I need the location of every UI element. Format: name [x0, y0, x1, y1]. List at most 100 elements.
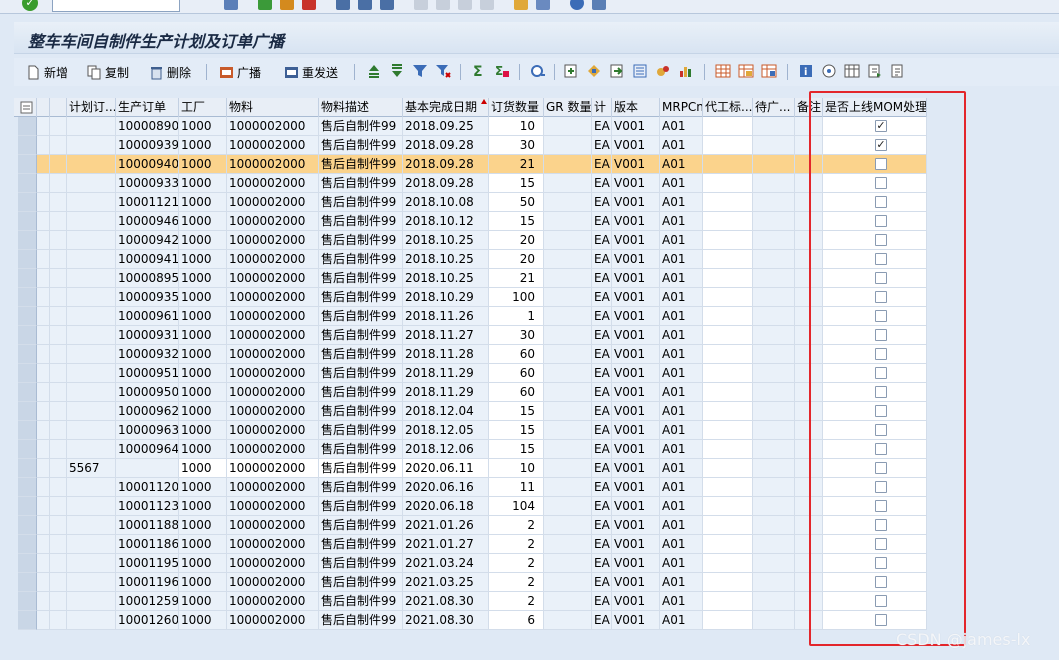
cell-mom[interactable]	[823, 421, 927, 440]
mom-checkbox[interactable]	[875, 500, 887, 512]
next-page-icon[interactable]	[458, 0, 472, 10]
row-selector[interactable]	[18, 250, 37, 269]
spreadsheet-icon[interactable]	[586, 63, 602, 79]
header-plant[interactable]: 工厂	[179, 98, 227, 117]
cell-mom[interactable]	[823, 326, 927, 345]
table-row[interactable]: 10000962 1000 1000002000 售后自制件99 2018.12.04 1…	[14, 402, 927, 421]
cell-mom[interactable]	[823, 402, 927, 421]
mom-checkbox[interactable]	[875, 538, 887, 550]
document-arrow-icon[interactable]	[867, 63, 883, 79]
mom-checkbox[interactable]: ✓	[875, 120, 887, 132]
row-selector[interactable]	[18, 611, 37, 630]
mom-checkbox[interactable]	[875, 177, 887, 189]
local-file-icon[interactable]	[609, 63, 625, 79]
row-selector[interactable]	[18, 155, 37, 174]
cell-mom[interactable]	[823, 440, 927, 459]
table-row[interactable]: 10000931 1000 1000002000 售后自制件99 2018.11.27 3…	[14, 326, 927, 345]
cell-mom[interactable]	[823, 554, 927, 573]
header-agent[interactable]: 代工标...	[703, 98, 753, 117]
table-row[interactable]: 10001123 1000 1000002000 售后自制件99 2020.06.18 1…	[14, 497, 927, 516]
table-row[interactable]: 10000964 1000 1000002000 售后自制件99 2018.12.06 1…	[14, 440, 927, 459]
cell-mom[interactable]	[823, 269, 927, 288]
subtotal-icon[interactable]: Σ	[494, 63, 510, 79]
row-selector[interactable]	[18, 288, 37, 307]
enter-icon[interactable]: ✓	[22, 0, 38, 11]
mom-checkbox[interactable]	[875, 481, 887, 493]
filter-delete-icon[interactable]	[435, 63, 451, 79]
new-session-icon[interactable]	[514, 0, 528, 10]
header-mom[interactable]: 是否上线MOM处理	[823, 98, 927, 117]
export-icon[interactable]	[563, 63, 579, 79]
prev-page-icon[interactable]	[436, 0, 450, 10]
broadcast-button[interactable]: 广播	[219, 63, 261, 81]
table-row[interactable]: 10000890 1000 1000002000 售后自制件99 2018.09.25 1…	[14, 117, 927, 136]
table-row[interactable]: 10001121 1000 1000002000 售后自制件99 2018.10.08 5…	[14, 193, 927, 212]
table-row[interactable]: 10001120 1000 1000002000 售后自制件99 2020.06.16 1…	[14, 478, 927, 497]
sort-descending-icon[interactable]	[389, 63, 405, 79]
find-icon[interactable]	[358, 0, 372, 10]
row-selector[interactable]	[18, 326, 37, 345]
cell-mom[interactable]	[823, 250, 927, 269]
row-selector[interactable]	[18, 535, 37, 554]
row-selector[interactable]	[18, 345, 37, 364]
mom-checkbox[interactable]	[875, 519, 887, 531]
table-row[interactable]: 10000950 1000 1000002000 售后自制件99 2018.11.29 6…	[14, 383, 927, 402]
row-selector[interactable]	[18, 516, 37, 535]
mom-checkbox[interactable]	[875, 405, 887, 417]
print-preview-icon[interactable]	[530, 63, 546, 79]
table-row[interactable]: 10001259 1000 1000002000 售后自制件99 2021.08.30 2…	[14, 592, 927, 611]
mom-checkbox[interactable]	[875, 253, 887, 265]
table-row[interactable]: 10000933 1000 1000002000 售后自制件99 2018.09.28 1…	[14, 174, 927, 193]
cell-mom[interactable]	[823, 516, 927, 535]
mom-checkbox[interactable]	[875, 158, 887, 170]
mom-checkbox[interactable]	[875, 310, 887, 322]
cell-mom[interactable]	[823, 478, 927, 497]
mom-checkbox[interactable]	[875, 196, 887, 208]
table-row[interactable]: 10001195 1000 1000002000 售后自制件99 2021.03.24 2…	[14, 554, 927, 573]
row-selector[interactable]	[18, 440, 37, 459]
row-selector[interactable]	[18, 421, 37, 440]
sort-ascending-icon[interactable]	[366, 63, 382, 79]
find-next-icon[interactable]	[380, 0, 394, 10]
table-row[interactable]: 10000961 1000 1000002000 售后自制件99 2018.11.26 1…	[14, 307, 927, 326]
table-row[interactable]: 10001260 1000 1000002000 售后自制件99 2021.08.30 6…	[14, 611, 927, 630]
word-processing-icon[interactable]	[632, 63, 648, 79]
cell-mom[interactable]: ✓	[823, 117, 927, 136]
select-all-icon[interactable]	[18, 98, 37, 117]
row-selector[interactable]	[18, 231, 37, 250]
header-unit[interactable]: 计	[592, 98, 612, 117]
graphic-icon[interactable]	[678, 63, 694, 79]
row-selector[interactable]	[18, 554, 37, 573]
mom-checkbox[interactable]	[875, 329, 887, 341]
last-page-icon[interactable]	[480, 0, 494, 10]
table-row[interactable]: 10000941 1000 1000002000 售后自制件99 2018.10.25 2…	[14, 250, 927, 269]
row-selector[interactable]	[18, 269, 37, 288]
row-selector[interactable]	[18, 497, 37, 516]
details-icon[interactable]: i	[798, 63, 814, 79]
document-detail-icon[interactable]	[890, 63, 906, 79]
mom-checkbox[interactable]	[875, 367, 887, 379]
cell-mom[interactable]	[823, 459, 927, 478]
mom-checkbox[interactable]	[875, 348, 887, 360]
mom-checkbox[interactable]	[875, 272, 887, 284]
mom-checkbox[interactable]	[875, 557, 887, 569]
row-selector[interactable]	[18, 383, 37, 402]
row-selector[interactable]	[18, 307, 37, 326]
header-material-desc[interactable]: 物料描述	[319, 98, 403, 117]
mom-checkbox[interactable]	[875, 595, 887, 607]
header-mrp[interactable]: MRPCn	[660, 98, 703, 117]
table-row[interactable]: 10001188 1000 1000002000 售后自制件99 2021.01.26 2…	[14, 516, 927, 535]
row-selector[interactable]	[18, 136, 37, 155]
row-selector[interactable]	[18, 402, 37, 421]
header-finish-date[interactable]: 基本完成日期	[403, 98, 489, 117]
table-row[interactable]: 10000895 1000 1000002000 售后自制件99 2018.10.25 2…	[14, 269, 927, 288]
cell-mom[interactable]	[823, 383, 927, 402]
header-material[interactable]: 物料	[227, 98, 319, 117]
header-plan-order[interactable]: 计划订...	[67, 98, 116, 117]
table-row[interactable]: 10000951 1000 1000002000 售后自制件99 2018.11.29 6…	[14, 364, 927, 383]
cancel-icon[interactable]	[302, 0, 316, 10]
header-prod-order[interactable]: 生产订单	[116, 98, 179, 117]
table-row[interactable]: 10000939 1000 1000002000 售后自制件99 2018.09.28 3…	[14, 136, 927, 155]
delete-button[interactable]: 删除	[149, 63, 191, 81]
cell-mom[interactable]	[823, 345, 927, 364]
